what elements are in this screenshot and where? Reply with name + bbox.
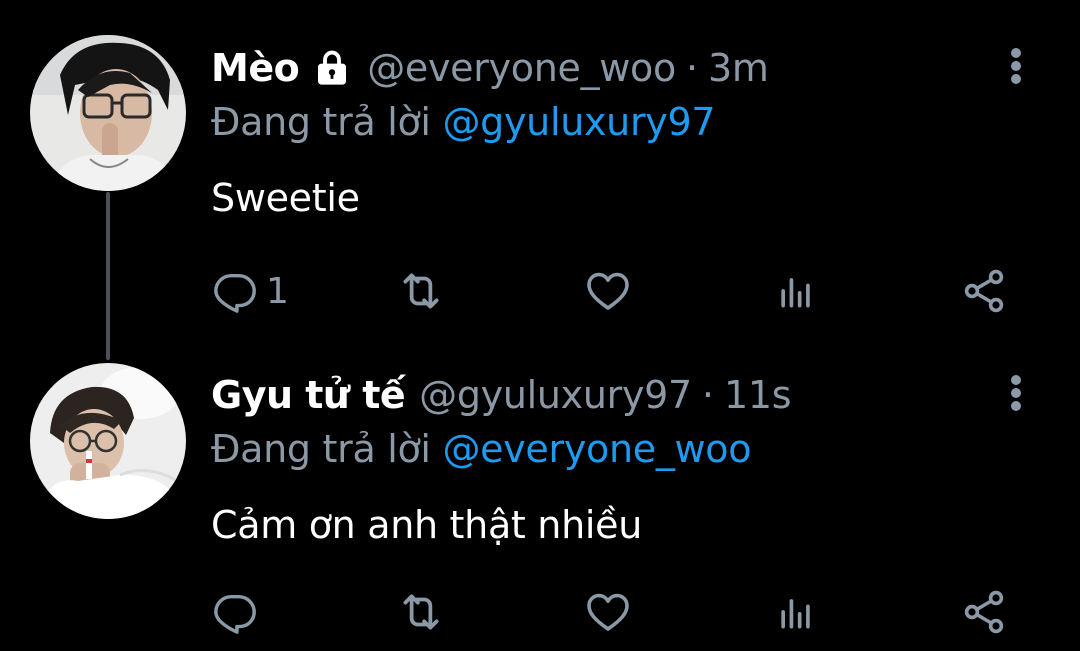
heart-icon [584, 267, 632, 315]
avatar-photo [30, 35, 186, 191]
tweet-thread: Mèo @everyone_woo · 3m Đang trả lời @gyu… [0, 0, 1080, 651]
more-icon-dot [1011, 388, 1021, 398]
reply-icon [212, 589, 258, 635]
timestamp[interactable]: 11s [724, 373, 792, 417]
tweet[interactable]: Gyu tử tế @gyuluxury97 · 11s Đang trả lờ… [0, 345, 1080, 651]
separator-dot: · [685, 46, 699, 90]
display-name[interactable]: Mèo [211, 46, 300, 90]
retweet-icon [396, 266, 446, 316]
more-icon-dot [1011, 61, 1021, 71]
action-bar [212, 587, 1012, 637]
heart-icon [584, 588, 632, 636]
avatar-photo [30, 363, 186, 519]
retweet-button[interactable] [396, 587, 446, 637]
analytics-icon [774, 590, 818, 634]
lock-icon [311, 47, 353, 89]
tweet-header: Mèo @everyone_woo · 3m [211, 38, 769, 98]
more-icon-dot [1011, 375, 1021, 385]
like-button[interactable] [584, 266, 632, 316]
replying-prefix: Đang trả lời [211, 100, 431, 144]
tweet-text: Sweetie [211, 176, 360, 220]
share-button[interactable] [960, 266, 1008, 316]
timestamp[interactable]: 3m [708, 46, 769, 90]
replying-prefix: Đang trả lời [211, 427, 431, 471]
replying-to-line: Đang trả lời @gyuluxury97 [211, 100, 716, 144]
tweet-header: Gyu tử tế @gyuluxury97 · 11s [211, 365, 792, 425]
separator-dot: · [701, 373, 715, 417]
avatar[interactable] [30, 363, 186, 519]
more-icon-dot [1011, 48, 1021, 58]
analytics-icon [774, 269, 818, 313]
like-button[interactable] [584, 587, 632, 637]
retweet-button[interactable] [396, 266, 446, 316]
reply-button[interactable]: 1 [212, 266, 289, 316]
tweet-text: Cảm ơn anh thật nhiều [211, 503, 642, 547]
more-options-button[interactable] [998, 42, 1034, 90]
reply-count: 1 [266, 270, 289, 312]
reply-icon [212, 268, 258, 314]
tweet[interactable]: Mèo @everyone_woo · 3m Đang trả lời @gyu… [0, 0, 1080, 330]
share-icon [960, 588, 1008, 636]
analytics-button[interactable] [774, 587, 818, 637]
share-button[interactable] [960, 587, 1008, 637]
action-bar: 1 [212, 266, 1012, 316]
more-icon-dot [1011, 74, 1021, 84]
avatar[interactable] [30, 35, 186, 191]
mention-link[interactable]: @everyone_woo [442, 427, 751, 471]
user-handle[interactable]: @everyone_woo [367, 46, 676, 90]
analytics-button[interactable] [774, 266, 818, 316]
replying-to-line: Đang trả lời @everyone_woo [211, 427, 752, 471]
more-icon-dot [1011, 401, 1021, 411]
user-handle[interactable]: @gyuluxury97 [419, 373, 692, 417]
thread-connector-line [106, 192, 110, 360]
share-icon [960, 267, 1008, 315]
more-options-button[interactable] [998, 369, 1034, 417]
reply-button[interactable] [212, 587, 266, 637]
display-name[interactable]: Gyu tử tế [211, 373, 406, 417]
retweet-icon [396, 587, 446, 637]
mention-link[interactable]: @gyuluxury97 [442, 100, 715, 144]
